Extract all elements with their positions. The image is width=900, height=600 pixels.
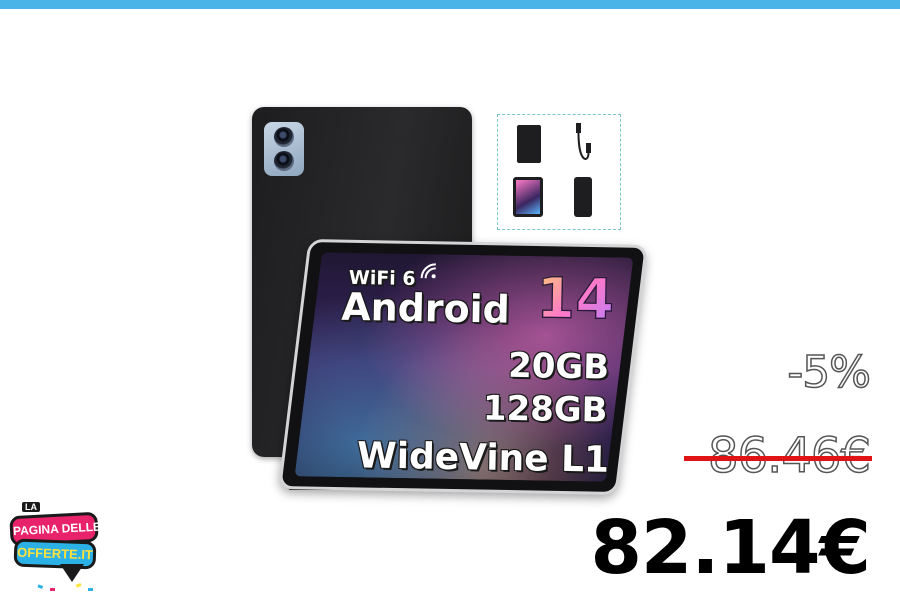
os-label: Android — [340, 284, 511, 332]
speech-bubble-tail-icon — [60, 564, 84, 582]
usb-cable-icon — [576, 123, 591, 160]
discount-badge: -5% — [787, 346, 872, 399]
strikethrough-line — [684, 456, 872, 461]
charger-icon — [574, 177, 592, 217]
accessories-box — [497, 114, 621, 230]
drm-label: WideVine L1 — [356, 435, 610, 481]
camera-module — [264, 122, 304, 176]
storage-label: 128GB — [482, 388, 608, 431]
logo-line-2: OFFERTE.IT — [13, 538, 97, 570]
top-accent-bar — [0, 0, 900, 9]
folio-case-icon — [517, 125, 541, 163]
site-logo: LA PAGINA DELLE OFFERTE.IT — [8, 500, 102, 596]
logo-la: LA — [22, 502, 40, 512]
camera-lens-icon — [274, 151, 294, 171]
camera-lens-icon — [274, 127, 294, 147]
wifi-icon — [420, 263, 436, 279]
os-version: 14 — [535, 265, 615, 333]
product-image: WiFi 6 Android 14 20GB 128GB WideVine L1 — [245, 100, 648, 505]
current-price: 82.14€ — [590, 505, 871, 591]
tablet-front-view: WiFi 6 Android 14 20GB 128GB WideVine L1 — [278, 239, 648, 495]
screen-protector-icon — [513, 177, 543, 217]
confetti-icon — [37, 583, 93, 591]
tablet-screen: WiFi 6 Android 14 20GB 128GB WideVine L1 — [294, 252, 634, 482]
ram-label: 20GB — [507, 345, 610, 388]
